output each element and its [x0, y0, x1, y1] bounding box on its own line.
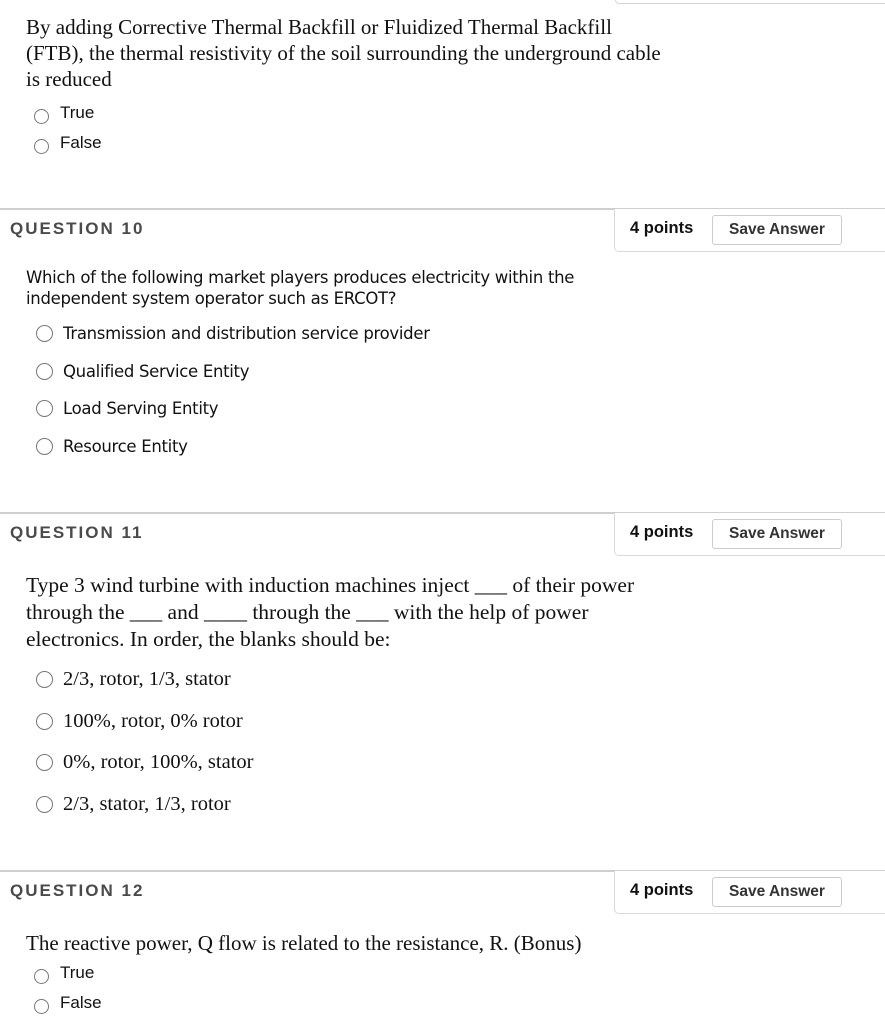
option-label: True [60, 103, 95, 122]
question-9-body: By adding Corrective Thermal Backfill or… [26, 14, 666, 158]
question-10-body: Which of the following market players pr… [26, 267, 666, 465]
radio-button[interactable] [36, 671, 53, 689]
previous-question-points-box [615, 0, 885, 4]
save-answer-button[interactable]: Save Answer [712, 215, 842, 245]
question-9-text: By adding Corrective Thermal Backfill or… [26, 15, 661, 91]
question-11-text-line3: electronics. In order, the blanks should… [26, 627, 391, 651]
radio-button[interactable] [34, 108, 49, 124]
question-11-text-line2: through the ___ and ____ through the ___… [26, 600, 589, 624]
question-9-options: True False [26, 98, 666, 158]
option-label: Transmission and distribution service pr… [63, 324, 430, 344]
points-label: 4 points [630, 881, 694, 899]
question-12-text: The reactive power, Q flow is related to… [26, 931, 582, 955]
option-label: Resource Entity [63, 436, 188, 456]
option[interactable]: 0%, rotor, 100%, stator [36, 742, 686, 784]
question-10-text-line1: Which of the following market players pr… [26, 268, 575, 287]
option-label: 2/3, stator, 1/3, rotor [63, 792, 231, 815]
option[interactable]: Transmission and distribution service pr… [36, 315, 666, 353]
option-label: 2/3, rotor, 1/3, stator [63, 668, 231, 691]
question-title: QUESTION 10 [10, 219, 145, 238]
save-answer-button[interactable]: Save Answer [712, 519, 842, 549]
radio-button[interactable] [36, 400, 53, 418]
option-label: False [60, 993, 102, 1012]
option-label: False [60, 133, 102, 152]
question-10-text-line2: independent system operator such as ERCO… [26, 289, 397, 308]
option-true[interactable]: True [34, 98, 666, 128]
radio-button[interactable] [36, 362, 53, 380]
radio-button[interactable] [36, 712, 53, 730]
option[interactable]: 2/3, stator, 1/3, rotor [36, 784, 686, 826]
radio-button[interactable] [36, 754, 53, 772]
option[interactable]: Load Serving Entity [36, 390, 666, 428]
option-false[interactable]: False [34, 128, 666, 158]
question-11-text-line1: Type 3 wind turbine with induction machi… [26, 573, 635, 597]
option-label: Load Serving Entity [63, 399, 219, 419]
points-label: 4 points [630, 219, 694, 237]
points-label: 4 points [630, 523, 694, 541]
question-12-header: QUESTION 12 4 points Save Answer [0, 870, 885, 916]
option-false[interactable]: False [34, 988, 666, 1018]
question-title: QUESTION 11 [10, 523, 144, 542]
question-11-options: 2/3, rotor, 1/3, stator 100%, rotor, 0% … [26, 659, 686, 825]
question-title: QUESTION 12 [10, 881, 145, 900]
option[interactable]: 100%, rotor, 0% rotor [36, 701, 686, 743]
option-label: True [60, 963, 95, 982]
radio-button[interactable] [36, 437, 53, 455]
radio-button[interactable] [36, 795, 53, 813]
radio-button[interactable] [34, 968, 49, 984]
question-11-body: Type 3 wind turbine with induction machi… [26, 572, 686, 825]
option-true[interactable]: True [34, 958, 666, 988]
option[interactable]: Qualified Service Entity [36, 353, 666, 391]
radio-button[interactable] [34, 138, 49, 154]
radio-button[interactable] [34, 998, 49, 1014]
question-10-options: Transmission and distribution service pr… [26, 315, 666, 465]
question-12-options: True False [26, 958, 666, 1018]
save-answer-button[interactable]: Save Answer [712, 877, 842, 907]
question-12-body: The reactive power, Q flow is related to… [26, 930, 666, 1018]
question-10-header: QUESTION 10 4 points Save Answer [0, 208, 885, 254]
question-11-header: QUESTION 11 4 points Save Answer [0, 512, 885, 558]
option[interactable]: 2/3, rotor, 1/3, stator [36, 659, 686, 701]
option[interactable]: Resource Entity [36, 428, 666, 466]
radio-button[interactable] [36, 325, 53, 343]
option-label: Qualified Service Entity [63, 361, 250, 381]
option-label: 0%, rotor, 100%, stator [63, 751, 254, 774]
option-label: 100%, rotor, 0% rotor [63, 709, 243, 732]
